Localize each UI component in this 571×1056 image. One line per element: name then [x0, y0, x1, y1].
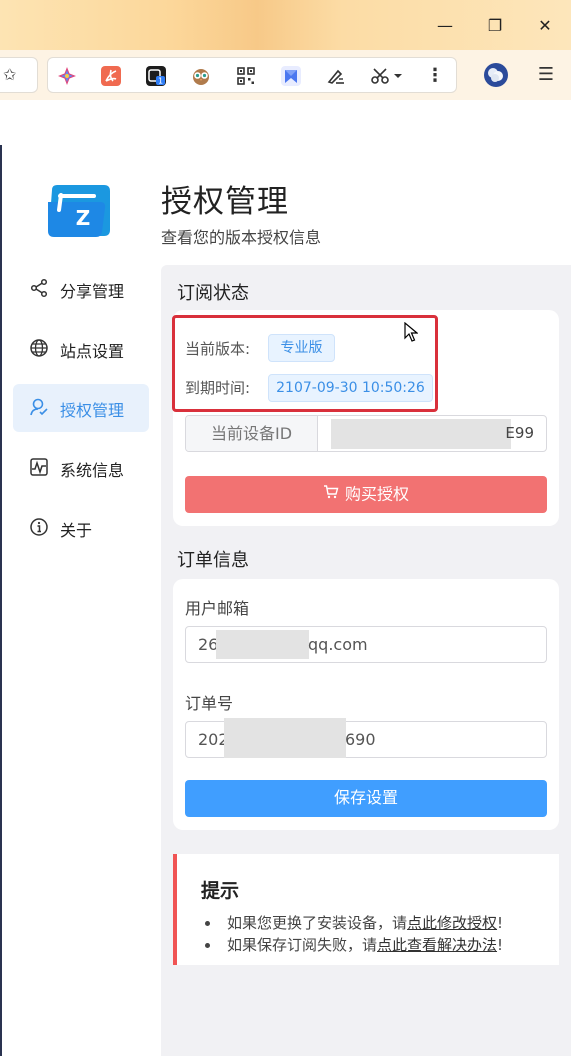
bookmark-star-icon[interactable]: ✩	[0, 57, 38, 93]
device-id-value: E99	[505, 424, 534, 442]
minimize-button[interactable]: —	[433, 14, 457, 38]
profile-avatar[interactable]	[483, 62, 509, 88]
cart-icon	[323, 476, 339, 513]
tips-list: 如果您更换了安装设备，请点此修改授权! 如果保存订阅失败，请点此查看解决办法!	[201, 912, 503, 956]
sidebar-item-label: 关于	[60, 521, 93, 540]
browser-title-bar: — ❐ ✕	[0, 0, 571, 50]
tips-panel: 提示 如果您更换了安装设备，请点此修改授权! 如果保存订阅失败，请点此查看解决办…	[173, 854, 559, 965]
tip-text: 如果保存订阅失败，请	[227, 936, 378, 954]
order-section-title: 订单信息	[177, 550, 249, 571]
sidebar-item-share[interactable]: 分享管理	[13, 265, 149, 313]
sidebar-item-label: 站点设置	[60, 342, 125, 361]
tip-text: 如果您更换了安装设备，请	[227, 914, 408, 932]
menu-hamburger-icon[interactable]: ☰	[533, 62, 559, 88]
share-icon	[30, 278, 48, 298]
modify-license-link[interactable]: 点此修改授权	[407, 914, 497, 932]
info-icon	[30, 518, 48, 536]
list-item: 如果保存订阅失败，请点此查看解决办法!	[201, 934, 503, 956]
tips-title: 提示	[201, 880, 240, 902]
page-title: 授权管理	[161, 184, 289, 220]
window-edge	[0, 145, 2, 1056]
sidebar-item-label: 分享管理	[60, 282, 125, 301]
email-suffix: qq.com	[308, 635, 368, 654]
page-subtitle: 查看您的版本授权信息	[161, 228, 322, 247]
mouse-cursor-icon	[404, 322, 418, 342]
svg-text:Z: Z	[76, 206, 91, 230]
sidebar-item-license[interactable]: 授权管理	[13, 384, 149, 432]
order-number-suffix: 690	[345, 730, 376, 749]
scissors-extension-icon[interactable]	[370, 66, 406, 86]
tip-end: !	[497, 936, 504, 954]
extensions-bar: 1 ⋮	[47, 57, 457, 93]
pen-extension-icon[interactable]	[326, 66, 346, 86]
calendar-extension-icon[interactable]: 1	[146, 66, 166, 86]
order-number-label: 订单号	[185, 694, 234, 713]
sidebar-item-label: 授权管理	[60, 401, 125, 420]
browser-toolbar: ✩ 1 ⋮ ☰	[0, 50, 571, 100]
sidebar-item-system-info[interactable]: 系统信息	[13, 444, 149, 492]
bookmark-extension-icon[interactable]	[281, 66, 301, 86]
more-vertical-icon[interactable]: ⋮	[425, 66, 445, 86]
sidebar-item-label: 系统信息	[60, 461, 125, 480]
user-icon	[30, 398, 48, 416]
restore-button[interactable]: ❐	[483, 14, 507, 38]
pdf-extension-icon[interactable]	[101, 66, 121, 86]
app-logo: Z	[46, 182, 116, 238]
globe-icon	[30, 339, 48, 357]
device-id-field[interactable]: 当前设备ID E99	[185, 415, 547, 452]
owl-extension-icon[interactable]	[191, 66, 211, 86]
order-number-field[interactable]: 202 690	[185, 718, 547, 758]
redacted-mask	[331, 419, 511, 449]
view-solution-link[interactable]: 点此查看解决办法	[377, 936, 497, 954]
sparkle-extension-icon[interactable]	[57, 66, 77, 86]
device-id-label: 当前设备ID	[186, 416, 318, 451]
save-settings-button[interactable]: 保存设置	[185, 780, 547, 817]
redacted-mask	[216, 630, 309, 659]
tip-end: !	[497, 914, 504, 932]
close-window-button[interactable]: ✕	[533, 14, 557, 38]
svg-text:1: 1	[158, 77, 163, 86]
sidebar-item-site-settings[interactable]: 站点设置	[13, 325, 149, 373]
qr-code-extension-icon[interactable]	[236, 66, 256, 86]
redacted-mask	[224, 718, 346, 758]
buy-license-button[interactable]: 购买授权	[185, 476, 547, 513]
buy-license-label: 购买授权	[344, 486, 409, 504]
subscription-section-title: 订阅状态	[177, 283, 249, 304]
annotation-highlight-box	[172, 315, 438, 412]
list-item: 如果您更换了安装设备，请点此修改授权!	[201, 912, 503, 934]
email-field[interactable]: 26 qq.com	[185, 626, 547, 663]
email-label: 用户邮箱	[185, 599, 250, 618]
sidebar-item-about[interactable]: 关于	[13, 504, 149, 552]
activity-icon	[30, 458, 48, 476]
